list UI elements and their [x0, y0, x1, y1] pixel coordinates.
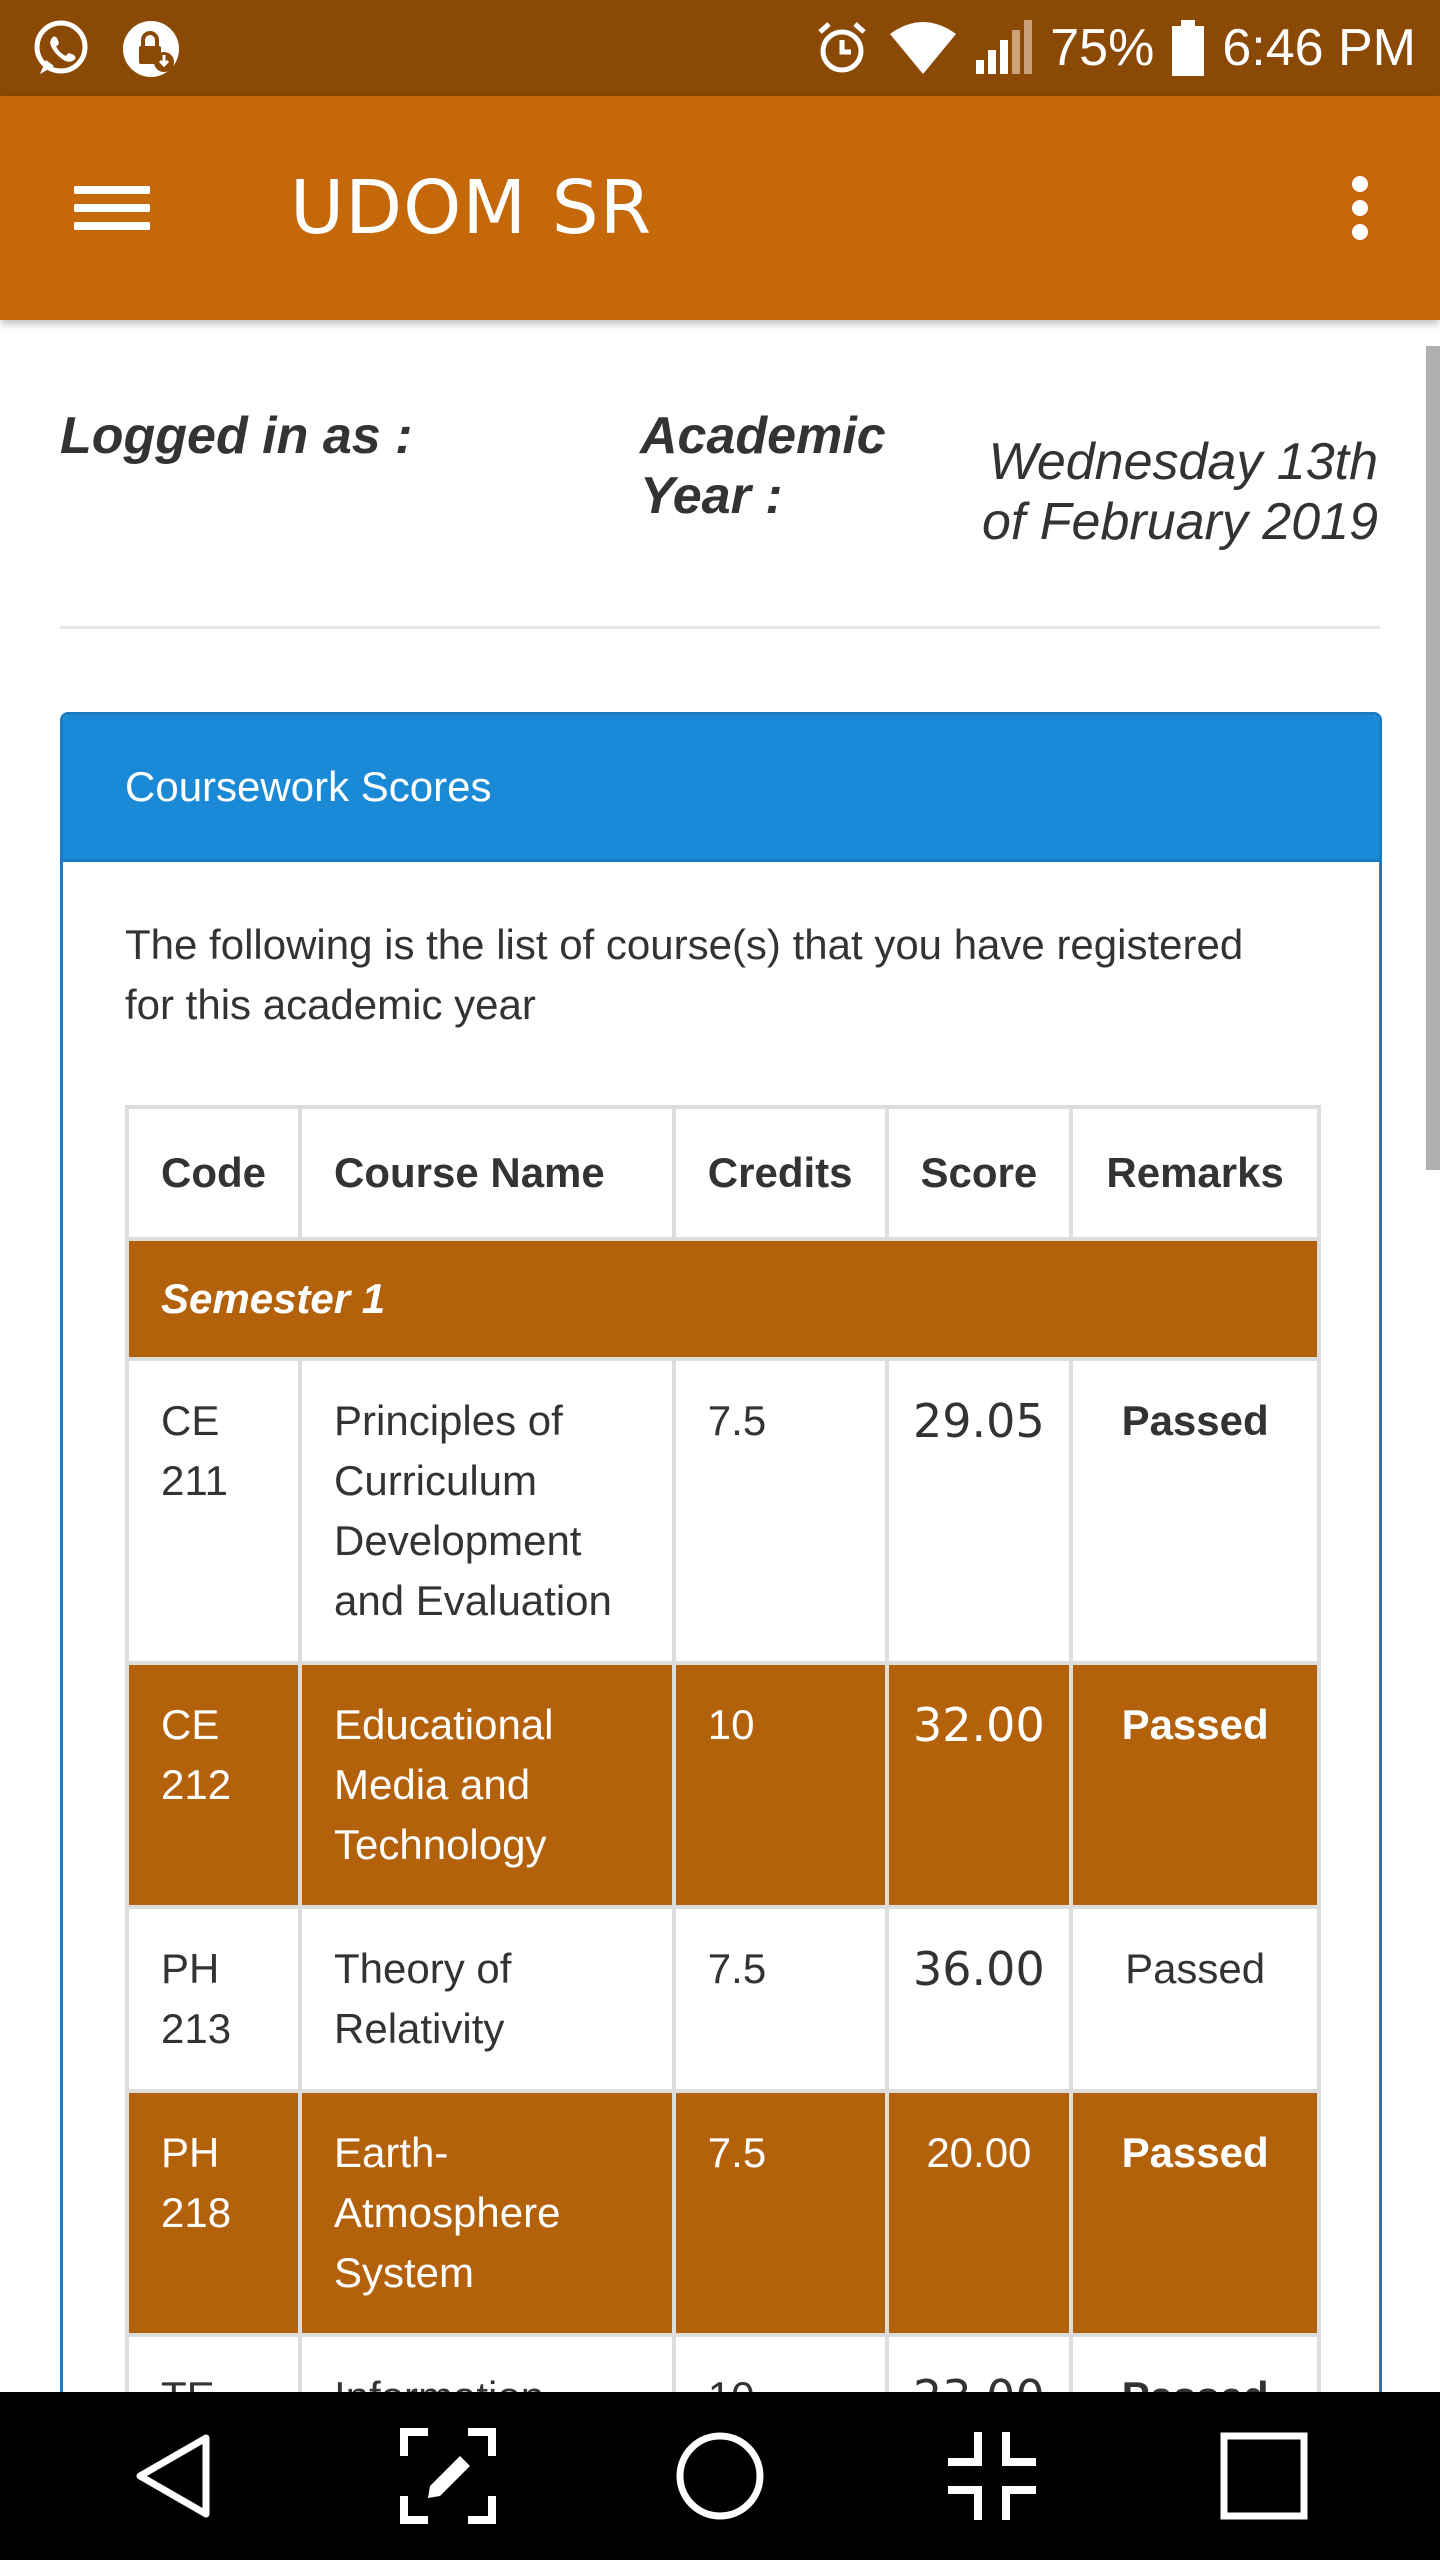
course-name: Educational Media and Technology	[298, 1661, 676, 1909]
code-number: 212	[161, 1761, 232, 1808]
exit-fullscreen-icon[interactable]	[942, 2426, 1042, 2526]
course-score: 20.00	[884, 2089, 1074, 2337]
panel-intro: The following is the list of course(s) t…	[125, 915, 1325, 1035]
divider	[60, 626, 1380, 629]
name-line: Theory of	[334, 1945, 512, 1992]
more-vert-icon[interactable]	[1320, 166, 1400, 250]
menu-icon[interactable]	[60, 168, 160, 248]
name-line: Principles of	[334, 1397, 563, 1444]
name-line: Media and	[334, 1761, 531, 1808]
scrollbar[interactable]	[1426, 346, 1440, 1170]
code-number: 218	[161, 2189, 232, 2236]
date-line1: Wednesday 13th	[988, 433, 1378, 491]
name-line: Information	[334, 2367, 640, 2392]
wifi-icon	[888, 18, 958, 78]
app-title: UDOM SR	[290, 165, 653, 251]
name-line: and Evaluation	[334, 1577, 612, 1624]
course-code: TE	[125, 2333, 302, 2392]
course-remarks: Passed	[1069, 1905, 1321, 2093]
name-line: Relativity	[334, 2005, 505, 2052]
course-name: Information	[298, 2333, 676, 2392]
name-line: Technology	[334, 1821, 547, 1868]
name-line: Curriculum	[334, 1457, 538, 1504]
course-name: Principles of Curriculum Development and…	[298, 1357, 676, 1665]
course-remarks: Passed	[1069, 1661, 1321, 1909]
course-code: PH 218	[125, 2089, 302, 2337]
course-code: CE 212	[125, 1661, 302, 1909]
course-remarks: Passed	[1069, 1357, 1321, 1665]
whatsapp-icon	[30, 18, 92, 80]
course-score: 23.00	[884, 2333, 1074, 2392]
signal-icon	[974, 18, 1034, 78]
battery-text: 75%	[1050, 19, 1155, 77]
header-code: Code	[125, 1105, 302, 1241]
course-remarks: Passed	[1069, 2089, 1321, 2337]
academic-year-label-line2: Year :	[640, 467, 783, 525]
home-icon[interactable]	[670, 2426, 770, 2526]
table-row: TE Information 10 23.00 Passed	[125, 2333, 1321, 2392]
header-remarks: Remarks	[1069, 1105, 1321, 1241]
intro-line2: for this academic year	[125, 981, 536, 1028]
name-line: Educational	[334, 1701, 554, 1748]
battery-icon	[1170, 18, 1206, 78]
alarm-icon	[812, 18, 872, 78]
course-credits: 7.5	[671, 1357, 889, 1665]
table-header-row: Code Course Name Credits Score Remarks	[125, 1105, 1321, 1241]
course-credits: 7.5	[671, 1905, 889, 2093]
panel-heading: Coursework Scores	[63, 715, 1379, 862]
name-line: Earth-	[334, 2129, 449, 2176]
table-row: CE 211 Principles of Curriculum Developm…	[125, 1357, 1321, 1665]
name-line: Development	[334, 1517, 582, 1564]
coursework-panel: Coursework Scores The following is the l…	[60, 712, 1382, 2392]
name-line: System	[334, 2249, 475, 2296]
code-part: CE	[161, 1701, 220, 1748]
header-score: Score	[884, 1105, 1074, 1241]
course-name: Earth- Atmosphere System	[298, 2089, 676, 2337]
course-code: PH 213	[125, 1905, 302, 2093]
date-line2: of February 2019	[981, 493, 1378, 551]
code-number: 211	[161, 1457, 228, 1504]
table-row: PH 213 Theory of Relativity 7.5 36.00 Pa…	[125, 1905, 1321, 2093]
academic-year-label-line1: Academic	[640, 407, 886, 465]
course-credits: 10	[671, 1661, 889, 1909]
table-row: PH 218 Earth- Atmosphere System 7.5 20.0…	[125, 2089, 1321, 2337]
header-credits: Credits	[671, 1105, 889, 1241]
code-part: PH	[161, 2129, 220, 2176]
code-part: CE	[161, 1397, 220, 1444]
navigation-bar	[0, 2392, 1440, 2560]
code-part: PH	[161, 1945, 220, 1992]
content-area[interactable]: Logged in as : Academic Year : Wednesday…	[0, 320, 1440, 2392]
course-score: 36.00	[884, 1905, 1074, 2093]
course-code: CE 211	[125, 1357, 302, 1665]
app-bar: UDOM SR	[0, 96, 1440, 320]
semester-label: Semester 1	[125, 1237, 1321, 1361]
intro-line1: The following is the list of course(s) t…	[125, 921, 1244, 968]
course-name: Theory of Relativity	[298, 1905, 676, 2093]
semester-row: Semester 1	[125, 1237, 1321, 1361]
table-row: CE 212 Educational Media and Technology …	[125, 1661, 1321, 1909]
current-date: Wednesday 13th of February 2019	[898, 432, 1378, 552]
clock-text: 6:46 PM	[1222, 19, 1416, 77]
back-icon[interactable]	[126, 2426, 226, 2526]
status-bar: 75% 6:46 PM	[0, 0, 1440, 96]
header-course-name: Course Name	[298, 1105, 676, 1241]
screenshot-edit-icon[interactable]	[398, 2426, 498, 2526]
course-score: 32.00	[884, 1661, 1074, 1909]
code-number: 213	[161, 2005, 232, 2052]
course-credits: 7.5	[671, 2089, 889, 2337]
course-credits: 10	[671, 2333, 889, 2392]
code-part: TE	[161, 2367, 266, 2392]
course-score: 29.05	[884, 1357, 1074, 1665]
scores-table: Code Course Name Credits Score Remarks S…	[125, 1105, 1321, 2392]
name-line: Atmosphere	[334, 2189, 561, 2236]
lock-notification-icon	[120, 18, 182, 80]
recents-icon[interactable]	[1214, 2426, 1314, 2526]
course-remarks: Passed	[1069, 2333, 1321, 2392]
status-indicators: 75% 6:46 PM	[812, 0, 1416, 96]
logged-in-label: Logged in as :	[60, 407, 413, 465]
academic-year-label: Academic Year :	[640, 406, 886, 526]
